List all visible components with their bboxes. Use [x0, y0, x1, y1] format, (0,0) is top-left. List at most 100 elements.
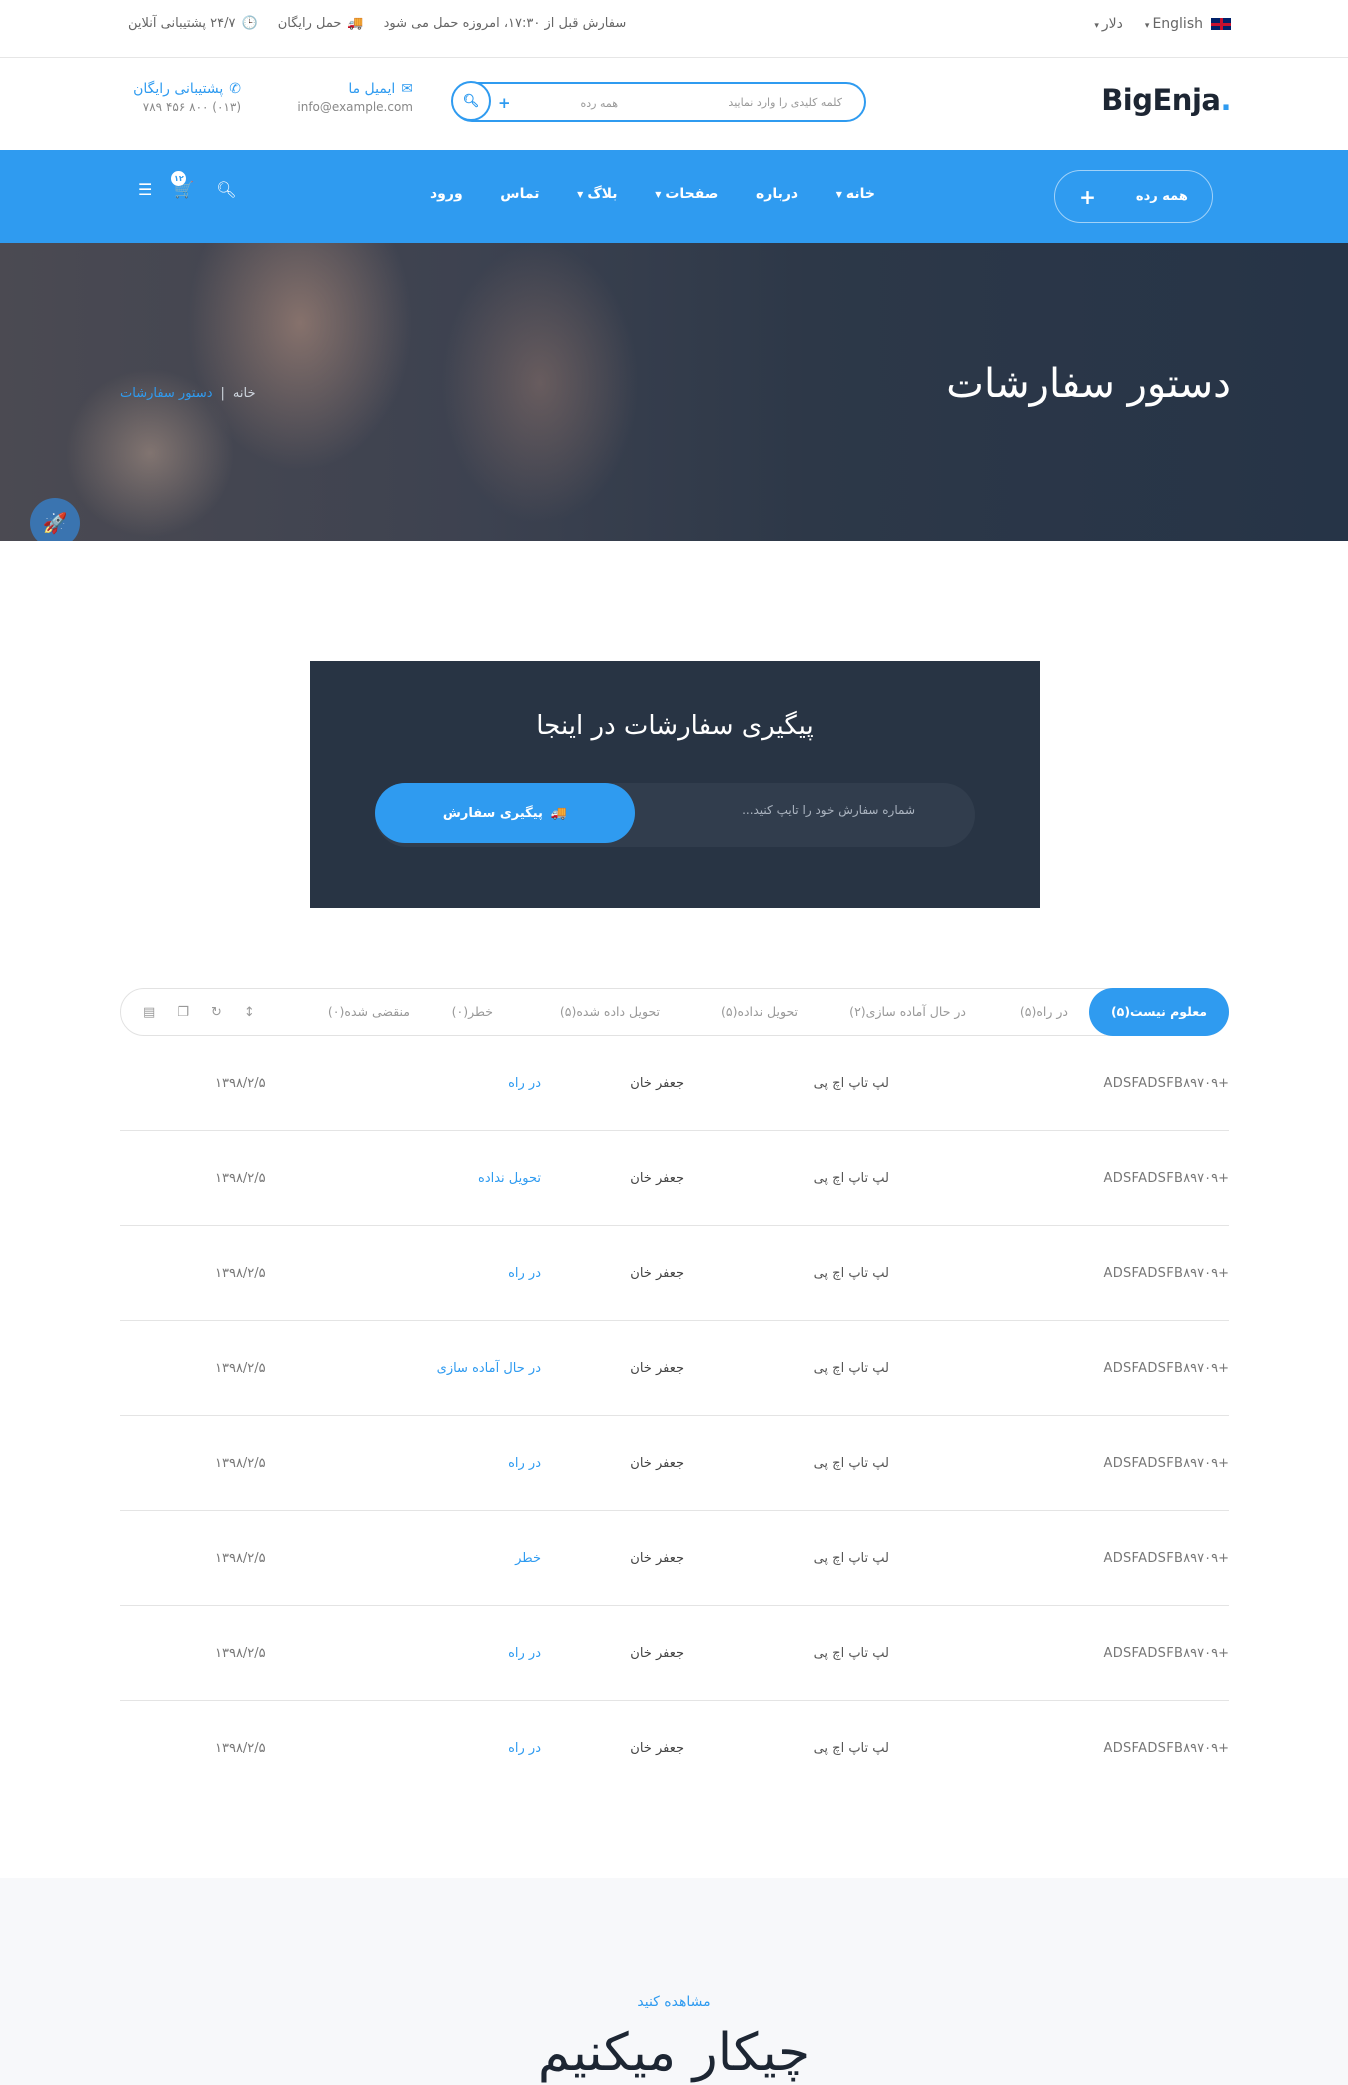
table-row[interactable]: ADSFADSFB۸۹۷۰۹+ لپ تاپ اچ پی جعفر خان خط… [120, 1511, 1229, 1606]
nav-item-contact[interactable]: تماس [500, 186, 539, 202]
section-subtitle: مشاهده کنید [637, 1994, 711, 2010]
search-icon: 🔍︎ [462, 93, 480, 109]
search-button[interactable]: 🔍︎ [451, 81, 491, 121]
page-title: دستور سفارشات [946, 361, 1231, 407]
order-notice: سفارش قبل از ۱۷:۳۰، امروزه حمل می شود [383, 16, 627, 31]
search-input[interactable] [674, 95, 864, 109]
order-status-tabs: معلوم نیست(۵) در راه(۵) در حال آماده ساز… [120, 988, 1229, 1036]
order-code: ADSFADSFB۸۹۷۰۹+ [1103, 1646, 1229, 1661]
tracking-title: پیگیری سفارشات در اینجا [536, 711, 814, 741]
tab-preparing[interactable]: در حال آماده سازی(۲) [849, 989, 966, 1035]
order-product: لپ تاپ اچ پی [813, 1361, 889, 1376]
table-row[interactable]: ADSFADSFB۸۹۷۰۹+ لپ تاپ اچ پی جعفر خان در… [120, 1606, 1229, 1701]
order-status[interactable]: در راه [508, 1226, 541, 1321]
tracking-form: 🚚 پیگیری سفارش [375, 783, 975, 847]
nav-icons: 🔍︎ 🛒 ۱۲ ☰ [138, 171, 237, 199]
clipboard-icon[interactable]: ▤ [143, 1005, 155, 1020]
breadcrumb-current: دستور سفارشات [120, 386, 213, 401]
rocket-icon[interactable]: 🚀 [30, 498, 80, 541]
tab-unknown[interactable]: معلوم نیست(۵) [1089, 988, 1229, 1036]
envelope-icon: ✉ [401, 81, 413, 97]
logo[interactable]: BigEnja. [1101, 83, 1231, 117]
table-row[interactable]: ADSFADSFB۸۹۷۰۹+ لپ تاپ اچ پی جعفر خان تح… [120, 1131, 1229, 1226]
order-date: ۱۳۹۸/۲/۵ [215, 1266, 266, 1281]
language-selector[interactable]: ▾ English [1145, 16, 1231, 32]
menu-icon[interactable]: ☰ [138, 180, 152, 199]
order-date: ۱۳۹۸/۲/۵ [215, 1076, 266, 1091]
table-row[interactable]: ADSFADSFB۸۹۷۰۹+ لپ تاپ اچ پی جعفر خان در… [120, 1226, 1229, 1321]
order-number-input[interactable] [615, 803, 915, 817]
currency-selector[interactable]: ▾ دلار [1094, 16, 1123, 32]
order-customer: جعفر خان [630, 1741, 684, 1756]
tab-expired[interactable]: منقضی شده(۰) [328, 989, 410, 1035]
tab-in-transit[interactable]: در راه(۵) [1020, 989, 1068, 1035]
order-code: ADSFADSFB۸۹۷۰۹+ [1103, 1076, 1229, 1091]
table-row[interactable]: ADSFADSFB۸۹۷۰۹+ لپ تاپ اچ پی جعفر خان در… [120, 1036, 1229, 1131]
order-status[interactable]: در حال آماده سازی [437, 1321, 541, 1416]
chevron-down-icon: ▼ [835, 189, 842, 199]
chevron-down-icon: ▼ [655, 189, 662, 199]
order-code: ADSFADSFB۸۹۷۰۹+ [1103, 1551, 1229, 1566]
order-status[interactable]: تحویل نداده [478, 1131, 541, 1226]
search-icon[interactable]: 🔍︎ [216, 180, 236, 199]
order-code: ADSFADSFB۸۹۷۰۹+ [1103, 1171, 1229, 1186]
order-status[interactable]: خطر [515, 1511, 541, 1606]
order-date: ۱۳۹۸/۲/۵ [215, 1551, 266, 1566]
main-nav: همه رده + خانه ▼ درباره صفحات ▼ بلاگ ▼ تماس… [0, 150, 1348, 243]
breadcrumb-home[interactable]: خانه [233, 386, 256, 401]
breadcrumb: خانه | دستور سفارشات [120, 386, 256, 401]
order-tracking-panel: پیگیری سفارشات در اینجا 🚚 پیگیری سفارش [310, 661, 1040, 908]
nav-item-blog[interactable]: بلاگ ▼ [577, 186, 617, 202]
phone-number[interactable]: (۰۱۳) ۸۰۰ ۴۵۶ ۷۸۹ [116, 100, 241, 114]
order-date: ۱۳۹۸/۲/۵ [215, 1456, 266, 1471]
uk-flag-icon [1211, 18, 1231, 30]
top-bar: ▾ دلار ▾ English سفارش قبل از ۱۷:۳۰، امروز… [0, 0, 1348, 58]
hero-banner: دستور سفارشات خانه | دستور سفارشات 🚀 [0, 243, 1348, 541]
nav-menu: خانه ▼ درباره صفحات ▼ بلاگ ▼ تماس ورود [430, 186, 875, 202]
chevron-down-icon: ▼ [577, 189, 584, 199]
order-product: لپ تاپ اچ پی [813, 1456, 889, 1471]
order-status[interactable]: در راه [508, 1416, 541, 1511]
topbar-info: سفارش قبل از ۱۷:۳۰، امروزه حمل می شود 🚚 … [128, 16, 626, 31]
truck-icon: 🚚 [347, 16, 364, 31]
orders-table: ADSFADSFB۸۹۷۰۹+ لپ تاپ اچ پی جعفر خان در… [120, 1036, 1229, 1796]
copy-icon[interactable]: ❐ [177, 1005, 189, 1020]
order-product: لپ تاپ اچ پی [813, 1266, 889, 1281]
order-status[interactable]: در راه [508, 1701, 541, 1796]
cart-icon[interactable]: 🛒 ۱۲ [171, 171, 194, 199]
phone-icon: ✆ [229, 81, 241, 97]
plus-icon: + [1079, 184, 1096, 209]
sort-icon[interactable]: ↕ [244, 1005, 255, 1020]
search-category-select[interactable]: همه رده + [498, 94, 618, 112]
refresh-icon[interactable]: ↻ [211, 1005, 222, 1020]
order-code: ADSFADSFB۸۹۷۰۹+ [1103, 1456, 1229, 1471]
what-we-do-section: مشاهده کنید چیکار میکنیم [0, 1878, 1348, 2085]
order-status[interactable]: در راه [508, 1606, 541, 1701]
search-bar: همه رده + 🔍︎ [451, 81, 866, 122]
nav-item-login[interactable]: ورود [430, 186, 463, 202]
header: BigEnja. همه رده + 🔍︎ ✉ایمیل ما info@exa… [0, 59, 1348, 150]
order-date: ۱۳۹۸/۲/۵ [215, 1741, 266, 1756]
order-product: لپ تاپ اچ پی [813, 1076, 889, 1091]
order-customer: جعفر خان [630, 1646, 684, 1661]
all-categories-button[interactable]: همه رده + [1054, 170, 1213, 223]
order-customer: جعفر خان [630, 1171, 684, 1186]
order-date: ۱۳۹۸/۲/۵ [215, 1171, 266, 1186]
tab-danger[interactable]: خطر(۰) [452, 989, 493, 1035]
nav-item-pages[interactable]: صفحات ▼ [655, 186, 718, 202]
email-address[interactable]: info@example.com [278, 100, 413, 114]
nav-item-about[interactable]: درباره [756, 186, 798, 202]
email-contact: ✉ ایمیل ما info@example.com [278, 81, 413, 114]
table-row[interactable]: ADSFADSFB۸۹۷۰۹+ لپ تاپ اچ پی جعفر خان در… [120, 1416, 1229, 1511]
nav-item-home[interactable]: خانه ▼ [836, 186, 875, 202]
tab-not-delivered[interactable]: تحویل نداده(۵) [721, 989, 798, 1035]
table-row[interactable]: ADSFADSFB۸۹۷۰۹+ لپ تاپ اچ پی جعفر خان در… [120, 1321, 1229, 1416]
truck-icon: 🚚 [550, 805, 568, 821]
clock-icon: 🕒 [241, 16, 258, 31]
order-date: ۱۳۹۸/۲/۵ [215, 1361, 266, 1376]
order-status[interactable]: در راه [508, 1036, 541, 1131]
table-row[interactable]: ADSFADSFB۸۹۷۰۹+ لپ تاپ اچ پی جعفر خان در… [120, 1701, 1229, 1796]
free-shipping: 🚚 حمل رایگان [277, 16, 364, 31]
tab-delivered[interactable]: تحویل داده شده(۵) [560, 989, 660, 1035]
track-order-button[interactable]: 🚚 پیگیری سفارش [375, 783, 635, 843]
